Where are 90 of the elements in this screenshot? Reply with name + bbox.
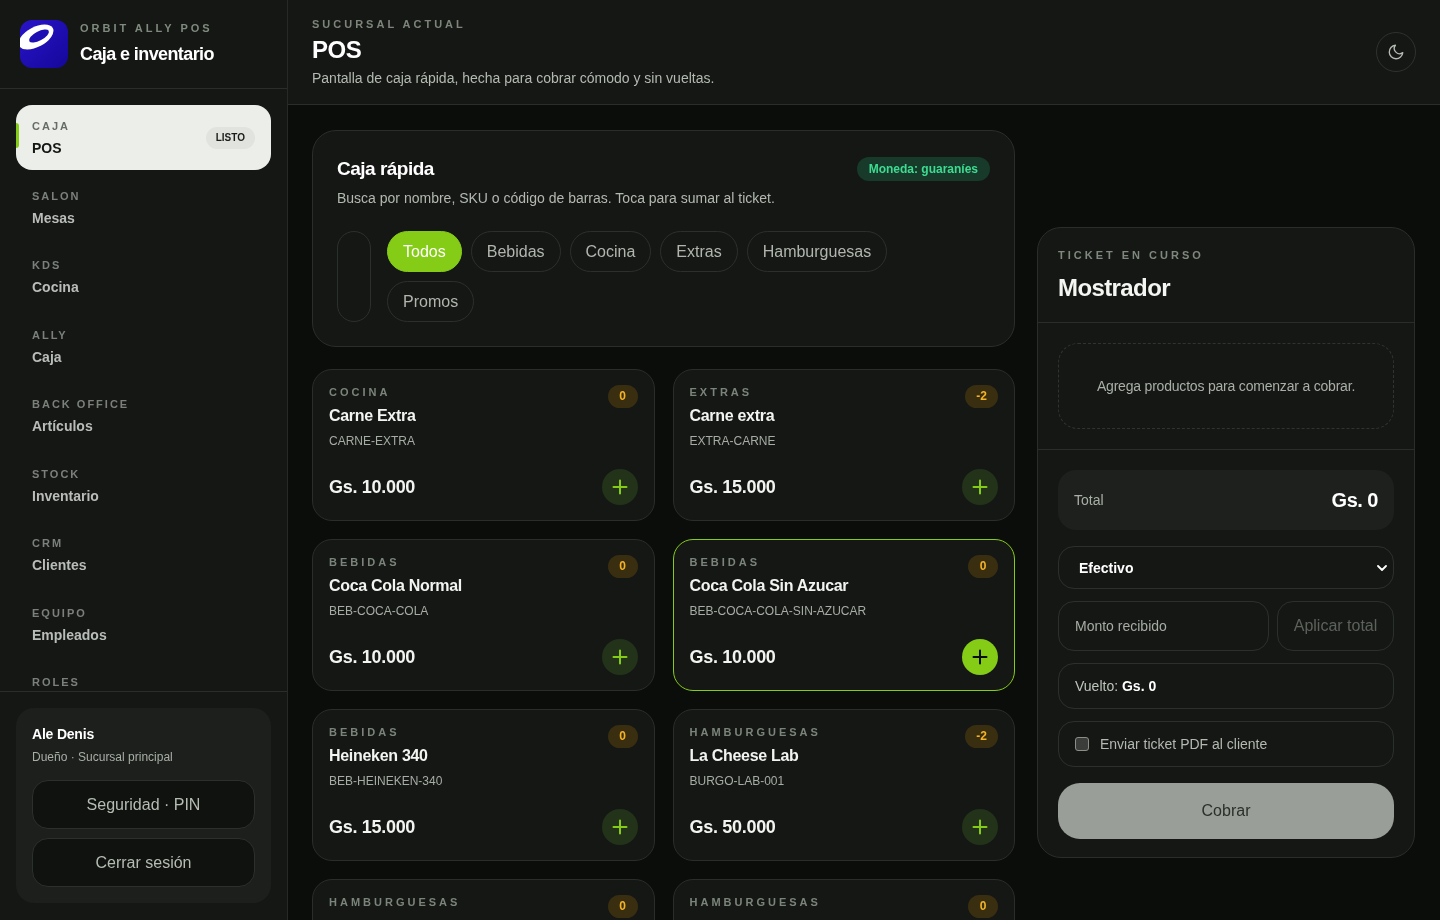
plus-icon xyxy=(610,648,629,666)
total-value: Gs. 0 xyxy=(1331,488,1378,512)
product-category: HAMBURGUESAS xyxy=(329,895,461,909)
product-sku: BEB-COCA-COLA xyxy=(329,604,430,619)
product-price: Gs. 10.000 xyxy=(329,476,416,498)
product-card[interactable]: COCINA Carne Extra CARNE-EXTRA 0 Gs. 10.000 xyxy=(312,369,655,521)
product-category: COCINA xyxy=(329,385,392,399)
stock-badge: -2 xyxy=(965,725,998,748)
stock-badge: -2 xyxy=(965,385,998,408)
product-price: Gs. 50.000 xyxy=(689,816,776,838)
nav-item[interactable]: KDS Cocina xyxy=(16,244,271,309)
section-subtitle: Busca por nombre, SKU o código de barras. Toca para sumar al ticket. xyxy=(337,190,776,207)
brand-eyebrow: ORBIT ALLY POS xyxy=(80,21,214,35)
plus-icon xyxy=(971,818,989,836)
page-title: POS xyxy=(312,36,363,64)
product-sku: EXTRA-CARNE xyxy=(689,434,776,449)
nav-item[interactable]: STOCK Inventario xyxy=(16,452,271,518)
add-button[interactable] xyxy=(962,809,998,845)
stock-badge: 0 xyxy=(607,725,638,748)
stock-badge: 0 xyxy=(968,555,998,578)
total-label: Total xyxy=(1074,492,1104,508)
user-role: Dueño · Sucursal principal xyxy=(32,749,174,765)
plus-icon xyxy=(610,818,629,836)
product-category: BEBIDAS xyxy=(329,555,401,569)
nav-item[interactable]: BACK OFFICE Artículos xyxy=(16,383,271,448)
product-category: BEBIDAS xyxy=(689,555,761,569)
logo-icon xyxy=(20,20,68,68)
add-button[interactable] xyxy=(601,809,638,845)
stock-badge: 0 xyxy=(968,895,998,918)
page-eyebrow: SUCURSAL ACTUAL xyxy=(312,17,467,31)
add-button[interactable] xyxy=(962,639,998,675)
product-card[interactable]: HAMBURGUESAS 0 xyxy=(312,879,655,920)
nav-item[interactable]: ROLES xyxy=(16,661,271,691)
checkbox-label: Enviar ticket PDF al cliente xyxy=(1100,736,1268,752)
product-name: Carne extra xyxy=(689,406,776,426)
stock-badge: 0 xyxy=(607,555,638,578)
add-button[interactable] xyxy=(601,639,638,675)
currency-badge: Moneda: guaraníes xyxy=(856,157,990,181)
product-price: Gs. 15.000 xyxy=(689,476,776,498)
empty-ticket-message: Agrega productos para comenzar a cobrar. xyxy=(1058,343,1394,429)
status-badge: LISTO xyxy=(205,126,255,149)
nav-item[interactable]: SALON Mesas xyxy=(16,174,271,240)
amount-received-field[interactable]: Monto recibido xyxy=(1058,601,1269,651)
product-sku: BURGO-LAB-001 xyxy=(689,774,786,789)
plus-icon xyxy=(971,478,989,496)
add-button[interactable] xyxy=(601,469,638,505)
payment-method-select[interactable]: Efectivo xyxy=(1058,546,1394,589)
brand-title: Caja e inventario xyxy=(80,43,214,65)
page-subtitle: Pantalla de caja rápida, hecha para cobrar cómodo y sin vueltas. xyxy=(312,69,715,87)
security-pin-button[interactable]: Seguridad · PIN xyxy=(32,780,255,829)
stock-badge: 0 xyxy=(607,385,638,408)
add-button[interactable] xyxy=(962,469,998,505)
stock-badge: 0 xyxy=(607,895,638,918)
chevron-down-icon xyxy=(1377,564,1387,571)
product-category: HAMBURGUESAS xyxy=(689,725,821,739)
section-title: Caja rápida xyxy=(337,157,434,181)
ticket-eyebrow: TICKET EN CURSO xyxy=(1058,248,1205,262)
nav-item[interactable]: ALLY Caja xyxy=(16,313,271,379)
product-sku: BEB-COCA-COLA-SIN-AZUCAR xyxy=(689,604,867,619)
product-price: Gs. 10.000 xyxy=(329,646,416,668)
plus-icon xyxy=(610,478,629,496)
product-card[interactable]: EXTRAS Carne extra EXTRA-CARNE -2 Gs. 15.000 xyxy=(672,369,1015,521)
product-category: BEBIDAS xyxy=(329,725,401,739)
logout-button[interactable]: Cerrar sesión xyxy=(32,838,255,887)
product-name: Carne Extra xyxy=(329,406,416,426)
product-name: Coca Cola Normal xyxy=(329,576,462,596)
product-sku: CARNE-EXTRA xyxy=(329,434,416,449)
product-name: Coca Cola Sin Azucar xyxy=(689,576,850,596)
product-card[interactable]: HAMBURGUESAS 0 xyxy=(672,879,1015,920)
product-category: EXTRAS xyxy=(689,385,754,399)
nav-item[interactable]: CAJA POS LISTO xyxy=(16,105,271,170)
product-card[interactable]: BEBIDAS Coca Cola Sin Azucar BEB-COCA-COLA-SIN-AZUCAR 0 Gs. 10.000 xyxy=(672,539,1015,691)
product-price: Gs. 15.000 xyxy=(329,816,416,838)
product-card[interactable]: BEBIDAS Coca Cola Normal BEB-COCA-COLA 0 Gs. 10.000 xyxy=(312,539,655,691)
product-sku: BEB-HEINEKEN-340 xyxy=(329,774,443,789)
product-card[interactable]: HAMBURGUESAS La Cheese Lab BURGO-LAB-001 -2 Gs. 50.000 xyxy=(672,709,1015,861)
product-category: HAMBURGUESAS xyxy=(689,895,821,909)
input-field[interactable] xyxy=(337,231,371,322)
nav-item[interactable]: EQUIPO Empleados xyxy=(16,591,271,657)
user-name: Ale Denis xyxy=(32,725,95,743)
product-name: Heineken 340 xyxy=(329,746,429,766)
product-card[interactable]: BEBIDAS Heineken 340 BEB-HEINEKEN-340 0 Gs. 15.000 xyxy=(312,709,655,861)
change-amount-text: Vuelto: Gs. 0 xyxy=(1058,663,1394,709)
nav-item[interactable]: CRM Clientes xyxy=(16,522,271,587)
moon-icon xyxy=(1387,43,1405,61)
plus-icon xyxy=(971,648,989,666)
checkbox[interactable] xyxy=(1075,737,1089,751)
ticket-title: Mostrador xyxy=(1058,276,1172,300)
product-price: Gs. 10.000 xyxy=(689,646,776,668)
product-name: La Cheese Lab xyxy=(689,746,800,766)
